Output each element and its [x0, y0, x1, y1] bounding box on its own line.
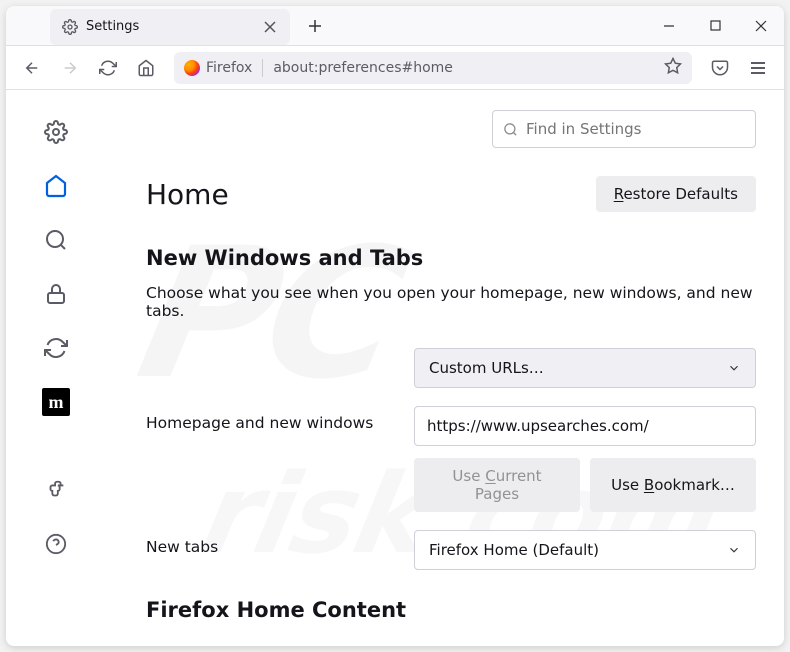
home-button[interactable] [130, 52, 162, 84]
minimize-button[interactable] [646, 6, 692, 46]
identity-label: Firefox [206, 60, 252, 76]
menu-button[interactable] [742, 52, 774, 84]
newtabs-label: New tabs [146, 530, 414, 556]
homepage-url-input[interactable] [414, 406, 756, 446]
settings-search-input[interactable] [526, 120, 745, 138]
section-new-windows-desc: Choose what you see when you open your h… [146, 284, 756, 320]
back-button[interactable] [16, 52, 48, 84]
chevron-down-icon [727, 543, 741, 557]
maximize-button[interactable] [692, 6, 738, 46]
sidebar-general[interactable] [34, 110, 78, 154]
sidebar-help[interactable] [34, 522, 78, 566]
close-icon[interactable] [262, 19, 278, 35]
sidebar-sync[interactable] [34, 326, 78, 370]
sidebar-search[interactable] [34, 218, 78, 262]
toolbar: Firefox about:preferences#home [6, 46, 784, 90]
restore-defaults-button[interactable]: RRestore Defaultsestore Defaults [596, 176, 756, 212]
url-bar[interactable]: Firefox about:preferences#home [174, 52, 692, 84]
titlebar: Settings [6, 6, 784, 46]
homepage-mode-select[interactable]: Custom URLs… [414, 348, 756, 388]
gear-icon [62, 19, 78, 35]
sidebar-extensions[interactable] [34, 468, 78, 512]
firefox-icon [184, 60, 200, 76]
settings-search[interactable] [492, 110, 756, 148]
identity-box[interactable]: Firefox [184, 60, 252, 76]
mozilla-icon: m [42, 388, 70, 416]
use-current-pages-button[interactable]: Use Current Pages [414, 458, 580, 512]
select-value: Firefox Home (Default) [429, 541, 599, 559]
main-content: Home RRestore Defaultsestore Defaults Ne… [106, 90, 784, 646]
newtabs-select[interactable]: Firefox Home (Default) [414, 530, 756, 570]
use-bookmark-button[interactable]: Use Bookmark… [590, 458, 756, 512]
section-new-windows-title: New Windows and Tabs [146, 246, 756, 270]
sidebar-privacy[interactable] [34, 272, 78, 316]
select-value: Custom URLs… [429, 359, 544, 377]
tab-title: Settings [86, 19, 254, 34]
url-text: about:preferences#home [273, 60, 654, 76]
chevron-down-icon [727, 361, 741, 375]
page-title: Home [146, 178, 229, 211]
pocket-button[interactable] [704, 52, 736, 84]
sidebar-home[interactable] [34, 164, 78, 208]
sidebar-more-mozilla[interactable]: m [34, 380, 78, 424]
forward-button[interactable] [54, 52, 86, 84]
new-tab-button[interactable] [300, 11, 330, 41]
homepage-label: Homepage and new windows [146, 406, 414, 432]
window-close-button[interactable] [738, 6, 784, 46]
reload-button[interactable] [92, 52, 124, 84]
star-icon[interactable] [664, 57, 682, 79]
search-icon [503, 122, 518, 137]
section-firefox-home-title: Firefox Home Content [146, 598, 756, 622]
browser-tab[interactable]: Settings [50, 9, 290, 45]
sidebar: m [6, 90, 106, 646]
